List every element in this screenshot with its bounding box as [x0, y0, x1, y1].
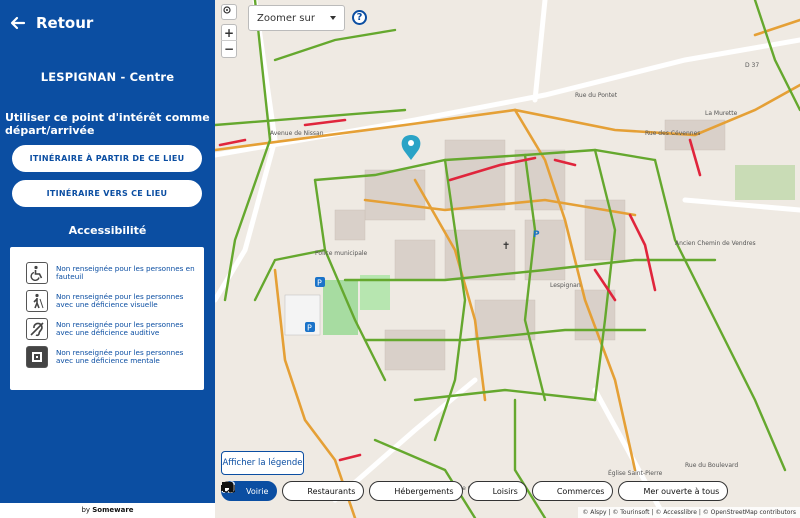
map-attribution: © Alspy | © Tourinsoft | © Accesslibre |… [578, 507, 800, 518]
sea-icon [221, 482, 639, 497]
show-legend-button[interactable]: Afficher la légende [221, 451, 304, 475]
route-to-button[interactable]: ITINÉRAIRE VERS CE LIEU [12, 180, 202, 207]
chevron-down-icon [330, 16, 336, 20]
help-button[interactable]: ? [352, 10, 367, 25]
locate-button[interactable] [221, 4, 237, 20]
chip-commerces[interactable]: Commerces [222, 481, 614, 501]
chip-label: Voirie [246, 486, 269, 496]
svg-text:P: P [533, 230, 540, 240]
svg-text:✝: ✝ [502, 241, 510, 252]
route-from-button[interactable]: ITINÉRAIRE À PARTIR DE CE LIEU [12, 145, 202, 172]
chip-label: Commerces [556, 486, 605, 496]
chip-loisirs[interactable]: Loisirs [222, 481, 527, 501]
accessibility-text: Non renseignée pour les personnes avec u… [56, 291, 184, 309]
map-label: Rue du Pontet [575, 92, 618, 99]
theater-icon [222, 482, 489, 497]
map-label: La Murette [705, 110, 738, 117]
chip-label: Loisirs [492, 486, 518, 496]
accessibility-title: Accessibilité [68, 224, 147, 237]
zoom-out-button[interactable]: − [221, 41, 237, 57]
chip-label: Hébergements [394, 486, 454, 496]
map-label: Lespignan [550, 282, 581, 289]
map-label: Église Saint-Pierre [608, 470, 663, 477]
back-button[interactable]: Retour [10, 14, 93, 32]
map-label: Avenue de Nissan [270, 130, 324, 137]
chip-hebergements[interactable]: Hébergements [221, 481, 463, 501]
chip-label: Restaurants [307, 486, 356, 496]
use-as-waypoint-label: Utiliser ce point d'intérêt comme départ… [5, 111, 210, 137]
zoom-to-select[interactable]: Zoomer sur [248, 5, 345, 31]
map-canvas: P P P ✝ ✝ [215, 0, 800, 518]
brand-credit: by Someware [0, 506, 215, 514]
accessibility-card: Non renseignée pour les personnes en fau… [10, 247, 204, 390]
hearing-impairment-icon [26, 318, 48, 340]
chip-restaurants[interactable]: Restaurants [221, 481, 365, 501]
arrow-left-icon [10, 16, 26, 30]
zoom-control: + − [221, 24, 237, 58]
zoom-to-select-value: Zoomer sur [257, 12, 315, 24]
sidebar: Retour LESPIGNAN - Centre Utiliser ce po… [0, 0, 215, 518]
accessibility-item: Non renseignée pour les personnes avec u… [26, 343, 204, 371]
restaurant-icon [221, 481, 303, 497]
svg-text:P: P [307, 324, 312, 333]
brand-name: Someware [92, 506, 134, 514]
chip-label: Mer ouverte à tous [643, 486, 720, 496]
poi-title: LESPIGNAN - Centre [40, 70, 175, 84]
svg-text:P: P [317, 279, 322, 288]
chip-mer[interactable]: Mer ouverte à tous [221, 481, 729, 501]
shop-icon [222, 482, 553, 497]
crosshair-icon [223, 6, 231, 14]
map-label: Ancien Chemin de Vendres [675, 240, 756, 247]
map-label: D 37 [745, 62, 760, 69]
accessibility-text: Non renseignée pour les personnes avec u… [56, 319, 184, 337]
category-chips: Voirie Restaurants Hébergements Loisirs … [221, 481, 729, 501]
brand-prefix: by [81, 506, 91, 514]
zoom-in-button[interactable]: + [221, 25, 237, 42]
accessibility-item: Non renseignée pour les personnes avec u… [26, 315, 204, 343]
map-label: Police municipale [315, 250, 368, 257]
bed-icon [221, 482, 390, 497]
accessibility-text: Non renseignée pour les personnes en fau… [56, 263, 195, 281]
map-view[interactable]: P P P ✝ ✝ Avenue de Nissan Rue du Pontet… [215, 0, 800, 518]
accessibility-item: Non renseignée pour les personnes en fau… [26, 259, 204, 287]
accessibility-item: Non renseignée pour les personnes avec u… [26, 287, 204, 315]
visual-impairment-icon [26, 290, 48, 312]
mental-impairment-icon [26, 346, 48, 368]
wheelchair-icon [26, 262, 48, 284]
map-label: Rue du Boulevard [685, 462, 739, 469]
map-label: Rue des Cévennes [645, 130, 701, 137]
accessibility-text: Non renseignée pour les personnes avec u… [56, 347, 184, 365]
back-label: Retour [36, 14, 94, 32]
